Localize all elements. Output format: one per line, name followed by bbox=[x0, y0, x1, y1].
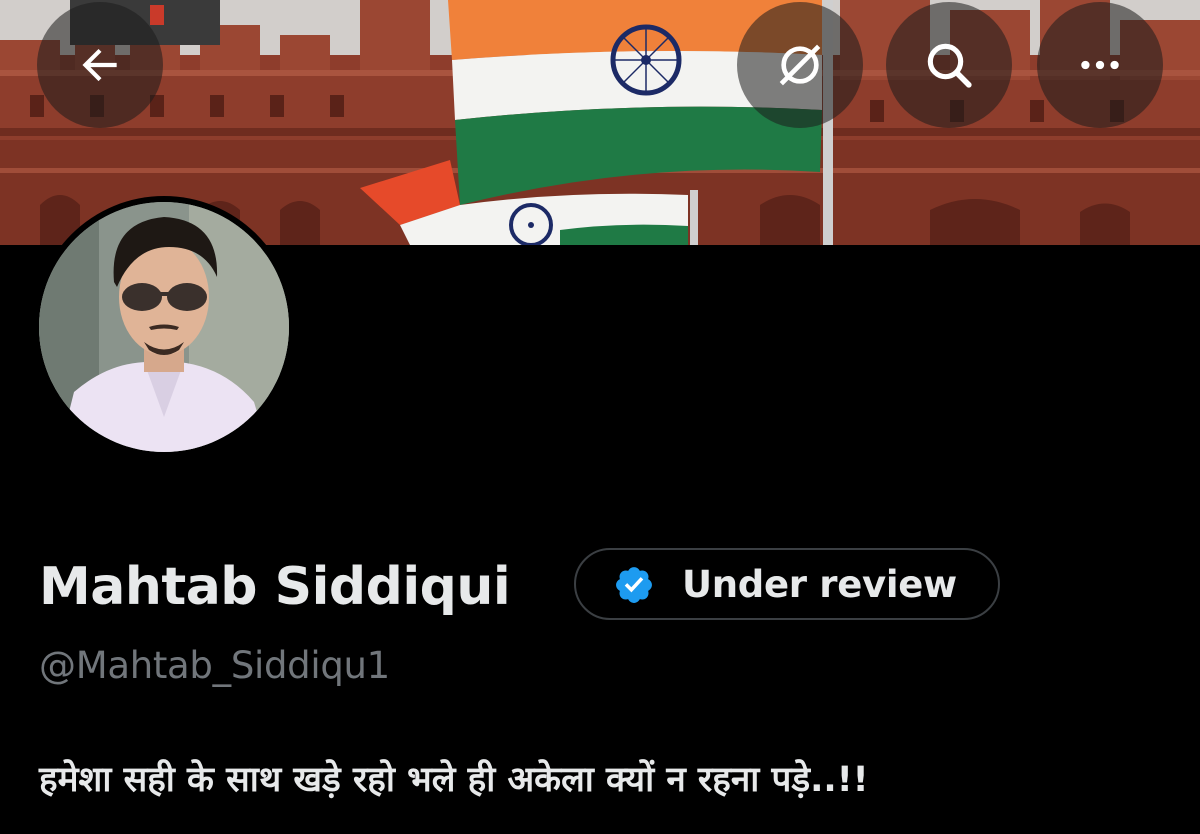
verification-status-label: Under review bbox=[682, 563, 957, 606]
avatar-photo bbox=[39, 202, 289, 452]
verification-status-pill[interactable]: Under review bbox=[574, 548, 1000, 620]
more-options-button[interactable] bbox=[1037, 2, 1163, 128]
translate-off-icon bbox=[772, 37, 828, 93]
profile-bio: हमेशा सही के साथ खड़े रहो भले ही अकेला क… bbox=[39, 760, 869, 800]
avatar[interactable] bbox=[39, 202, 289, 452]
display-name: Mahtab Siddiqui bbox=[39, 557, 511, 617]
profile-page: Mahtab Siddiqui Under review @Mahtab_Sid… bbox=[0, 0, 1200, 834]
translate-toggle-button[interactable] bbox=[737, 2, 863, 128]
verified-badge-icon bbox=[613, 564, 655, 606]
user-handle: @Mahtab_Siddiqu1 bbox=[39, 644, 390, 687]
arrow-left-icon bbox=[75, 40, 125, 90]
search-button[interactable] bbox=[886, 2, 1012, 128]
back-button[interactable] bbox=[37, 2, 163, 128]
more-horizontal-icon bbox=[1075, 40, 1125, 90]
search-icon bbox=[921, 37, 977, 93]
